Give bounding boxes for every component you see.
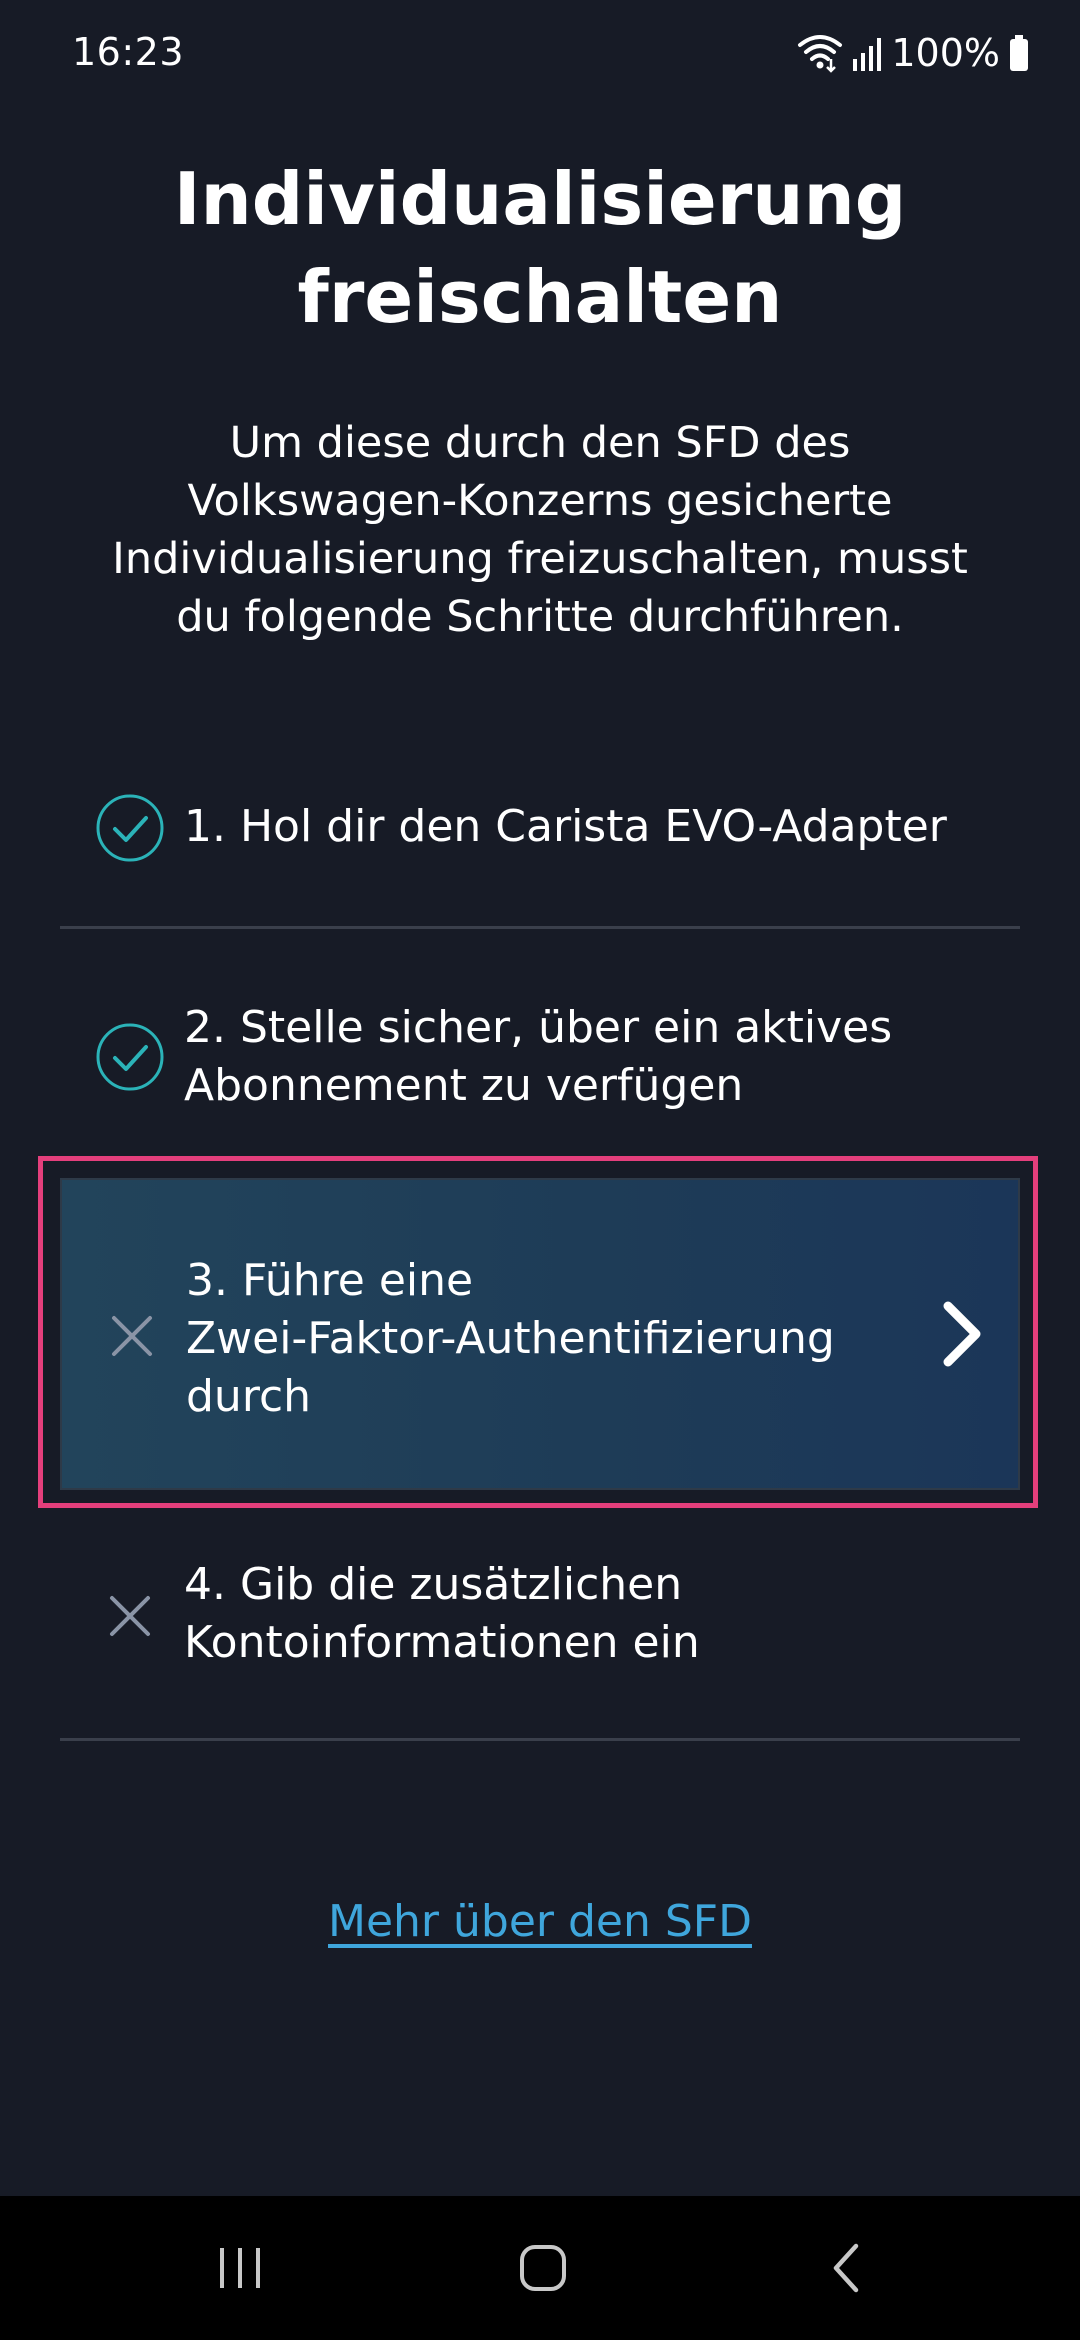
step-3-line-1: 3. Führe eine — [186, 1255, 474, 1306]
subtitle-line-3: Individualisierung freizuschalten, musst — [112, 534, 968, 584]
subtitle-line-1: Um diese durch den SFD des — [229, 418, 851, 468]
screen: 16:23 100% Individualisierung freischalt… — [0, 0, 1080, 2340]
battery-icon — [1010, 35, 1028, 71]
cross-icon — [112, 1316, 152, 1356]
step-3-line-2: Zwei-Faktor-Authentifizierung — [186, 1313, 835, 1364]
subtitle-line-2: Volkswagen-Konzerns gesicherte — [187, 476, 893, 526]
check-circle-icon — [96, 794, 164, 862]
step-3-button[interactable]: 3. Führe eine Zwei-Faktor-Authentifizier… — [60, 1178, 1020, 1490]
recents-icon[interactable] — [190, 2232, 290, 2304]
step-3-line-3: durch — [186, 1371, 312, 1422]
subtitle-line-4: du folgende Schritte durchführen. — [176, 592, 904, 642]
step-1-label: 1. Hol dir den Carista EVO-Adapter — [184, 798, 1004, 856]
chevron-right-icon — [943, 1301, 981, 1367]
signal-icon — [853, 38, 882, 71]
step-4-label: 4. Gib die zusätzlichen Kontoinformation… — [184, 1556, 1004, 1672]
step-1-line-1: 1. Hol dir den Carista EVO-Adapter — [184, 801, 947, 852]
wifi-icon — [798, 35, 843, 73]
step-1: 1. Hol dir den Carista EVO-Adapter — [60, 770, 1020, 890]
step-2-line-2: Abonnement zu verfügen — [184, 1060, 744, 1111]
step-4-line-1: 4. Gib die zusätzlichen — [184, 1559, 683, 1610]
divider — [60, 1738, 1020, 1741]
step-2: 2. Stelle sicher, über ein aktives Abonn… — [60, 985, 1020, 1135]
battery-percent: 100% — [891, 31, 1000, 75]
title-line-1: Individualisierung — [173, 157, 907, 241]
page-subtitle: Um diese durch den SFD des Volkswagen-Ko… — [50, 414, 1030, 646]
page-title: Individualisierung freischalten — [60, 150, 1020, 346]
step-2-label: 2. Stelle sicher, über ein aktives Abonn… — [184, 999, 1004, 1115]
divider — [60, 926, 1020, 929]
back-icon[interactable] — [796, 2232, 896, 2304]
step-2-line-1: 2. Stelle sicher, über ein aktives — [184, 1002, 893, 1053]
check-circle-icon — [96, 1023, 164, 1091]
navigation-bar — [0, 2196, 1080, 2340]
step-4: 4. Gib die zusätzlichen Kontoinformation… — [60, 1540, 1020, 1690]
step-3-label: 3. Führe eine Zwei-Faktor-Authentifizier… — [186, 1252, 946, 1426]
home-icon[interactable] — [493, 2232, 593, 2304]
status-time: 16:23 — [72, 30, 185, 74]
more-about-sfd-link[interactable]: Mehr über den SFD — [0, 1896, 1080, 1947]
cross-icon — [110, 1596, 150, 1636]
status-bar: 16:23 100% — [0, 0, 1080, 110]
status-icons: 100% — [797, 28, 1030, 78]
step-4-line-2: Kontoinformationen ein — [184, 1617, 700, 1668]
title-line-2: freischalten — [297, 255, 783, 339]
